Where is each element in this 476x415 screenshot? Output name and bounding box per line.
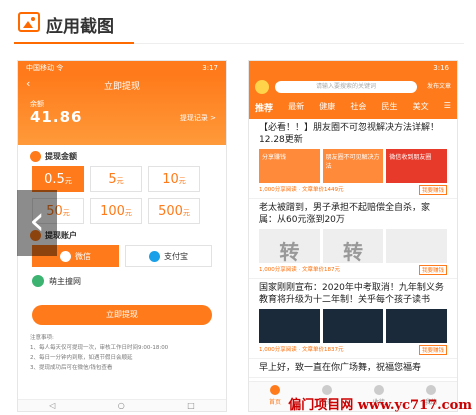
records-link[interactable]: 提现记录 > bbox=[180, 113, 216, 123]
amount-option[interactable]: 500元 bbox=[148, 198, 200, 224]
section-header: 应用截图 bbox=[14, 8, 134, 44]
account-heading: 提现账户 bbox=[30, 230, 214, 241]
home-icon[interactable]: ○ bbox=[118, 400, 125, 411]
publish-button[interactable]: 发布文章 bbox=[427, 81, 451, 90]
amount-option[interactable]: 100元 bbox=[90, 198, 142, 224]
tab-society[interactable]: 社会 bbox=[350, 101, 366, 114]
notes: 注意事项: 1、每人每天仅可提现一次，审核工作日时间9:00-18:00 2、每… bbox=[30, 335, 169, 371]
earn-button[interactable]: 我要赚钱 bbox=[418, 345, 447, 355]
article-meta: 1,000分享阅读 · 文章单价1449元 bbox=[259, 187, 344, 193]
screenshot-articles[interactable]: 3:16 请输入要搜索的关键词 发布文章 推荐 最新 健康 社会 民生 美文 ☰… bbox=[248, 60, 458, 412]
thumbnail: 微信收到朋友圈 bbox=[386, 149, 448, 183]
top-bar: 请输入要搜索的关键词 发布文章 推荐 最新 健康 社会 民生 美文 ☰ bbox=[249, 75, 457, 119]
page-title: 立即提现 bbox=[103, 82, 140, 92]
tab-recommend[interactable]: 推荐 bbox=[255, 101, 273, 114]
tab-essay[interactable]: 美文 bbox=[413, 101, 429, 114]
status-bar: 中国移动 令 3:17 bbox=[18, 61, 226, 75]
alipay-option[interactable]: 支付宝 bbox=[125, 245, 212, 267]
recent-icon[interactable]: □ bbox=[187, 400, 195, 411]
trophy-icon[interactable] bbox=[255, 80, 269, 94]
watermark: 偏门项目网 www.yc717.com bbox=[288, 398, 472, 413]
earn-button[interactable]: 我要赚钱 bbox=[418, 185, 447, 195]
amount-option[interactable]: 5元 bbox=[90, 166, 142, 192]
divider bbox=[134, 43, 464, 44]
pay-methods: 微信 支付宝 bbox=[32, 245, 212, 267]
coin-icon bbox=[30, 151, 41, 162]
image-icon bbox=[18, 12, 40, 32]
article-title: 早上好，致一直在你广场舞，祝福您福寿 bbox=[259, 363, 422, 373]
thumbnail bbox=[386, 229, 448, 263]
status-bar: 3:16 bbox=[249, 61, 457, 75]
search-input[interactable]: 请输入要搜索的关键词 bbox=[275, 81, 417, 93]
alipay-icon bbox=[149, 250, 160, 262]
clock: 3:16 bbox=[433, 64, 449, 72]
amount-heading: 提现金额 bbox=[30, 151, 214, 162]
earn-button[interactable]: 我要赚钱 bbox=[418, 265, 447, 275]
list-item[interactable]: 早上好，致一直在你广场舞，祝福您福寿 bbox=[249, 359, 457, 378]
thumbnail bbox=[259, 309, 320, 343]
tab-health[interactable]: 健康 bbox=[319, 101, 335, 114]
prev-arrow-icon[interactable]: ‹ bbox=[17, 190, 57, 256]
menu-icon[interactable]: ☰ bbox=[444, 101, 451, 114]
nav-home[interactable]: 首页 bbox=[269, 385, 281, 411]
article-meta: 1,000分享阅读 · 文章单价1837元 bbox=[259, 347, 344, 353]
wechat-icon bbox=[60, 250, 71, 262]
wechat-account: 萌主撞网 bbox=[32, 275, 212, 287]
article-title: 【必看！！】朋友圈不可忽视解决方法详解！12.28更新 bbox=[259, 123, 440, 145]
thumbnail: 分享赚钱 bbox=[259, 149, 320, 183]
thumbnail bbox=[322, 309, 384, 343]
thumbnail bbox=[386, 309, 448, 343]
list-item[interactable]: 【必看！！】朋友圈不可忽视解决方法详解！12.28更新 分享赚钱 朋友圈不可见解… bbox=[249, 119, 457, 199]
system-nav: ◁ ○ □ bbox=[18, 399, 226, 411]
article-title: 老太被蹭到，男子承担不起赔偿全自杀，家属：从60元涨到20万 bbox=[259, 203, 431, 225]
home-icon bbox=[269, 385, 280, 395]
tab-livelihood[interactable]: 民生 bbox=[382, 101, 398, 114]
thumbnail: 转 bbox=[259, 229, 320, 264]
amount-option[interactable]: 0.5元 bbox=[32, 166, 84, 192]
carrier: 中国移动 令 bbox=[26, 64, 64, 72]
clock: 3:17 bbox=[202, 64, 218, 72]
wechat-icon bbox=[32, 275, 44, 287]
list-item[interactable]: 国家刚刚宣布：2020年中考取消！九年制义务教育将升级为十二年制！关乎每个孩子读… bbox=[249, 279, 457, 359]
balance-amount: 41.86 bbox=[30, 108, 83, 126]
withdraw-button[interactable]: 立即提现 bbox=[32, 305, 212, 325]
amount-option[interactable]: 10元 bbox=[148, 166, 200, 192]
tab-latest[interactable]: 最新 bbox=[288, 101, 304, 114]
list-item[interactable]: 老太被蹭到，男子承担不起赔偿全自杀，家属：从60元涨到20万 转 转 1,000… bbox=[249, 199, 457, 279]
balance-panel: ‹ 立即提现 余额 41.86 提现记录 > bbox=[18, 75, 226, 145]
category-tabs: 推荐 最新 健康 社会 民生 美文 ☰ bbox=[255, 101, 451, 114]
section-title: 应用截图 bbox=[46, 17, 114, 37]
thumbnail: 转 bbox=[322, 229, 384, 264]
article-title: 国家刚刚宣布：2020年中考取消！九年制义务教育将升级为十二年制！关乎每个孩子读… bbox=[259, 283, 444, 305]
article-meta: 1,000分享阅读 · 文章单价187元 bbox=[259, 267, 340, 273]
thumbnail: 朋友圈不可见解决方法 bbox=[322, 149, 384, 183]
back-icon[interactable]: ◁ bbox=[49, 400, 55, 411]
amount-grid: 0.5元 5元 10元 50元 100元 500元 bbox=[32, 166, 226, 224]
